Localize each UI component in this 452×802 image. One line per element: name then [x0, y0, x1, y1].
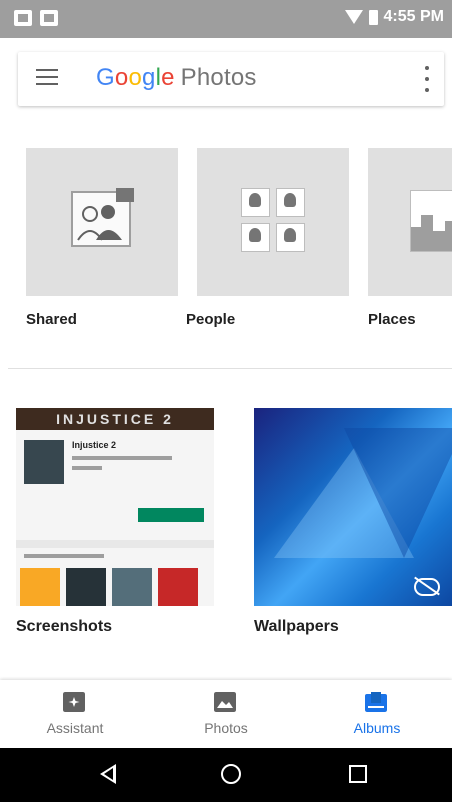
places-illustration-icon — [410, 190, 452, 252]
people-illustration-icon — [241, 188, 305, 252]
more-options-icon[interactable] — [424, 66, 430, 92]
home-icon[interactable] — [221, 764, 241, 784]
category-shared[interactable] — [26, 148, 178, 296]
section-divider — [8, 368, 452, 369]
wifi-icon — [344, 10, 363, 24]
category-label-places: Places — [368, 311, 416, 328]
album-wallpapers-thumbnail[interactable] — [254, 408, 452, 606]
notification-icon — [14, 10, 32, 26]
category-label-shared: Shared — [26, 311, 77, 328]
app-icon — [24, 440, 64, 484]
bottom-navigation: Assistant Photos Albums — [0, 680, 452, 748]
search-bar[interactable]: Google Photos — [18, 52, 444, 106]
hamburger-menu-icon[interactable] — [36, 69, 58, 87]
album-label-screenshots: Screenshots — [16, 618, 113, 635]
recent-apps-icon[interactable] — [349, 765, 367, 783]
cloud-off-icon — [414, 578, 440, 596]
screenshot-banner: INJUSTICE 2 — [16, 408, 214, 430]
category-places[interactable] — [368, 148, 452, 296]
album-label-wallpapers: Wallpapers — [254, 618, 339, 635]
category-people[interactable] — [197, 148, 349, 296]
notification-icons — [14, 10, 58, 26]
image-notification-icon — [40, 10, 58, 26]
game-tile — [112, 568, 152, 606]
status-bar: 4:55 PM — [0, 0, 452, 38]
category-label-people: People — [186, 311, 236, 328]
game-tile — [158, 568, 198, 606]
back-icon[interactable] — [100, 764, 116, 784]
assistant-icon — [63, 692, 85, 712]
nav-assistant[interactable]: Assistant — [0, 680, 150, 748]
game-tile — [66, 568, 106, 606]
install-button-preview — [138, 508, 204, 522]
screenshot-preview: Injustice 2 — [16, 430, 214, 606]
system-status: 4:55 PM — [344, 8, 444, 26]
clock: 4:55 PM — [383, 8, 444, 25]
game-tile — [20, 568, 60, 606]
album-screenshots-thumbnail[interactable]: INJUSTICE 2 Injustice 2 — [16, 408, 214, 606]
photos-icon — [214, 692, 236, 712]
screenshot-app-title: Injustice 2 — [72, 440, 117, 450]
system-navigation-bar — [0, 748, 452, 802]
shared-illustration-icon — [71, 188, 134, 247]
nav-photos[interactable]: Photos — [151, 680, 301, 748]
nav-albums[interactable]: Albums — [302, 680, 452, 748]
google-photos-logo: Google Photos — [96, 64, 257, 91]
battery-icon — [368, 9, 378, 25]
albums-icon — [365, 692, 387, 712]
